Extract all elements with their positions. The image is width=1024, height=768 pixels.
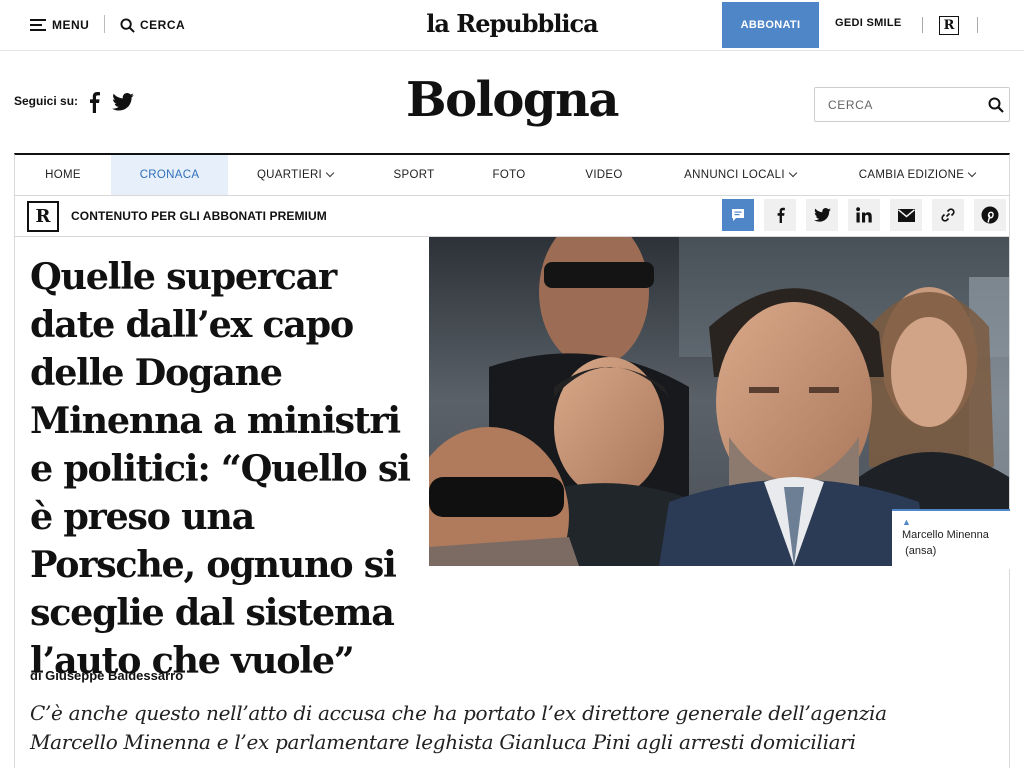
chevron-down-icon [967,168,977,178]
section-nav: HOME CRONACA QUARTIERI SPORT FOTO VIDEO … [14,153,1010,196]
nav-item-cronaca[interactable]: CRONACA [111,155,228,195]
twitter-icon[interactable] [806,199,838,231]
site-logo[interactable]: la Repubblica [426,9,598,38]
divider [922,17,923,33]
gedi-smile-link[interactable]: GEDI SMILE [835,17,902,29]
nav-item-home[interactable]: HOME [15,155,111,195]
follow-label: Seguici su: [14,94,79,108]
menu-label: MENU [52,18,90,32]
link-icon[interactable] [932,199,964,231]
premium-bar: R CONTENUTO PER GLI ABBONATI PREMIUM [14,196,1010,237]
premium-label: CONTENUTO PER GLI ABBONATI PREMIUM [71,209,327,223]
nav-item-quartieri[interactable]: QUARTIERI [228,155,362,195]
comment-icon[interactable] [722,199,754,231]
search-box [814,87,1010,122]
divider [977,17,978,33]
search-icon[interactable] [983,88,1009,121]
article-author[interactable]: di Giuseppe Baldessarro [30,668,183,683]
search-input[interactable] [815,88,983,121]
chevron-down-icon [788,168,798,178]
chevron-down-icon [325,168,335,178]
premium-badge: R [27,201,59,232]
search-button[interactable]: CERCA [120,15,185,35]
divider [104,15,105,33]
linkedin-icon[interactable] [848,199,880,231]
nav-item-video[interactable]: VIDEO [552,155,656,195]
caption-name: Marcello Minenna [902,529,989,541]
facebook-icon[interactable] [764,199,796,231]
top-bar: MENU CERCA la Repubblica ABBONATI GEDI S… [0,0,1024,51]
edition-title[interactable]: Bologna [406,72,619,128]
nav-item-annunci-locali[interactable]: ANNUNCI LOCALI [656,155,824,195]
pinterest-icon[interactable] [974,199,1006,231]
search-icon [120,17,135,33]
mail-icon[interactable] [890,199,922,231]
article-summary: C’è anche questo nell’atto di accusa che… [30,701,887,754]
caret-up-icon: ▲ [902,517,911,527]
menu-button[interactable]: MENU [30,15,89,35]
repubblica-r-icon[interactable]: R [939,16,959,35]
facebook-icon[interactable] [88,91,100,118]
nav-item-sport[interactable]: SPORT [362,155,466,195]
nav-item-foto[interactable]: FOTO [466,155,552,195]
twitter-icon[interactable] [112,93,134,116]
nav-item-cambia-edizione[interactable]: CAMBIA EDIZIONE [824,155,1010,195]
article-headline: Quelle supercar date dall’ex capo delle … [30,255,411,682]
photo-caption: ▲ Marcello Minenna (ansa) [892,509,1010,569]
search-label: CERCA [140,18,186,32]
subscribe-button[interactable]: ABBONATI [722,2,819,48]
caption-credit: (ansa) [905,545,937,557]
hamburger-icon [30,19,46,31]
